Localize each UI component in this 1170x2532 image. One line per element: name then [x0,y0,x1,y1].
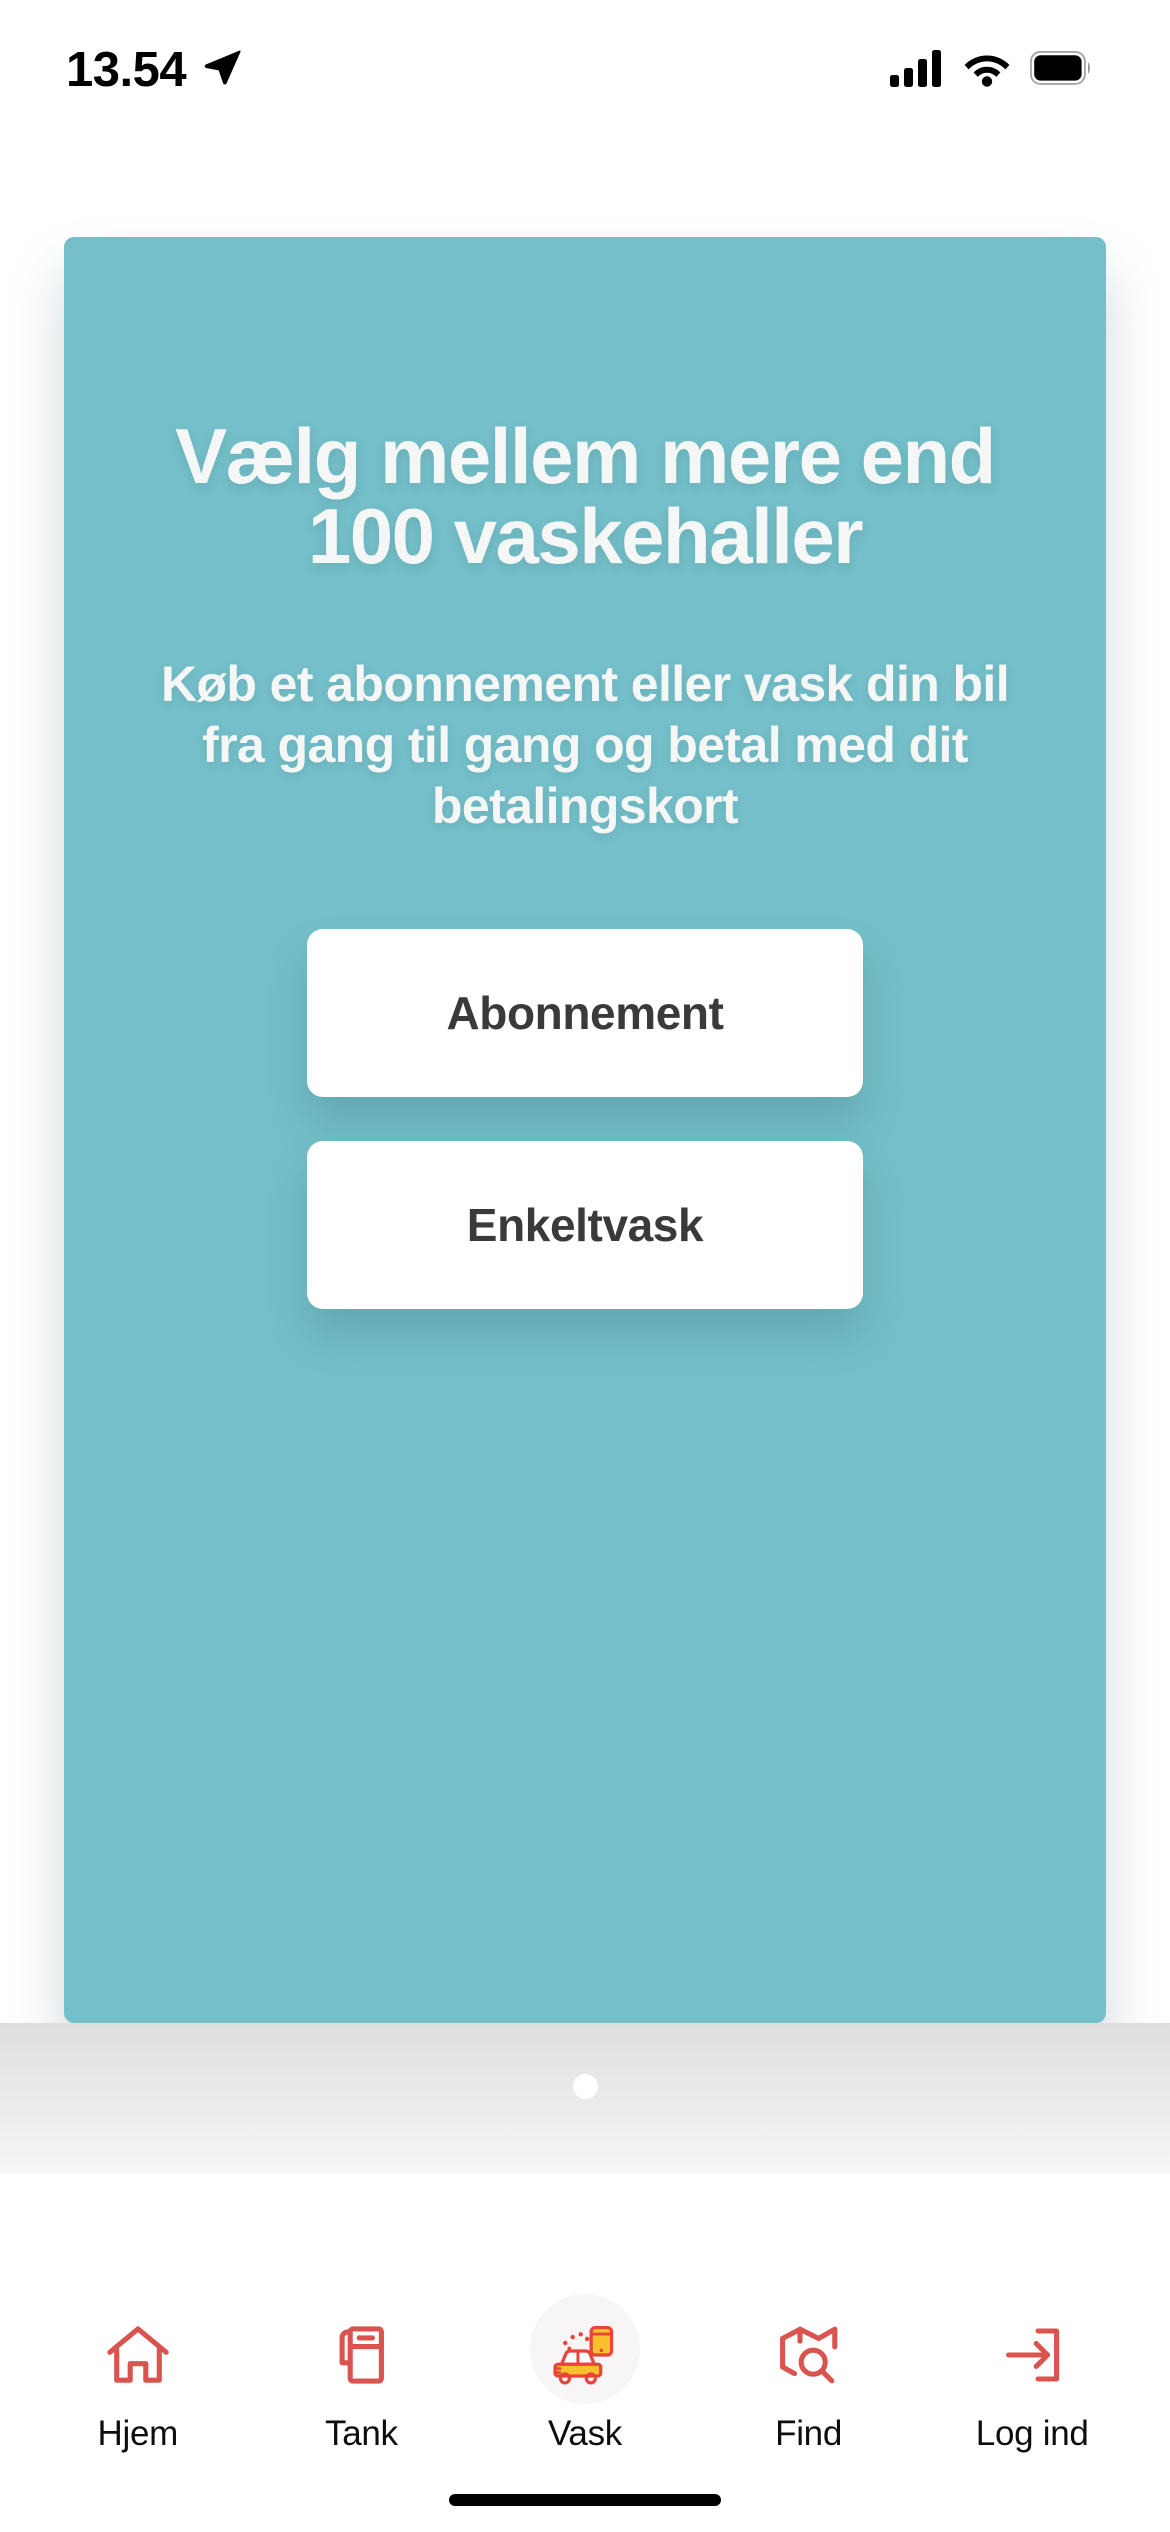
wifi-icon [962,49,1012,92]
tab-tank[interactable]: Tank [266,2300,456,2454]
tab-log-ind[interactable]: Log ind [937,2300,1127,2454]
tab-label-vask: Vask [547,2414,622,2453]
map-search-icon [754,2300,864,2410]
cellular-bars-icon [890,49,944,92]
battery-full-icon [1029,50,1092,90]
home-indicator [449,2494,721,2506]
page-title: Vælg mellem mere end 100 vaskehaller [175,412,996,580]
promo-description: Køb et abonnement eller vask din bil fra… [160,656,1010,835]
enkeltvask-button[interactable]: Enkeltvask [307,1141,863,1310]
status-bar-left: 13.54 [66,42,244,97]
status-bar: 13.54 [0,0,1170,140]
location-arrow-icon [200,46,244,95]
promo-actions: Abonnement Enkeltvask [120,929,1050,1310]
login-icon [977,2300,1087,2410]
carousel-pagination[interactable] [0,2023,1170,2173]
tab-label-tank: Tank [325,2414,398,2453]
status-bar-clock: 13.54 [66,42,187,97]
car-wash-icon [529,2294,640,2410]
tab-find[interactable]: Find [714,2300,904,2454]
promo-card: Vælg mellem mere end 100 vaskehaller Køb… [64,237,1106,2023]
tab-label-find: Find [775,2414,843,2453]
home-icon [83,2300,193,2410]
carousel-card-wrapper: Vælg mellem mere end 100 vaskehaller Køb… [0,237,1170,2077]
fuel-pump-icon [306,2300,416,2410]
bottom-tab-bar: Hjem Tank Vask Find Log ind [0,2294,1170,2460]
tab-vask[interactable]: Vask [490,2294,680,2454]
abonnement-button[interactable]: Abonnement [307,929,863,1098]
tab-label-hjem: Hjem [97,2414,179,2453]
tab-label-log-ind: Log ind [975,2414,1089,2453]
status-bar-right [890,49,1092,92]
tab-hjem[interactable]: Hjem [43,2300,233,2454]
pagination-dot-active[interactable] [572,2074,598,2099]
